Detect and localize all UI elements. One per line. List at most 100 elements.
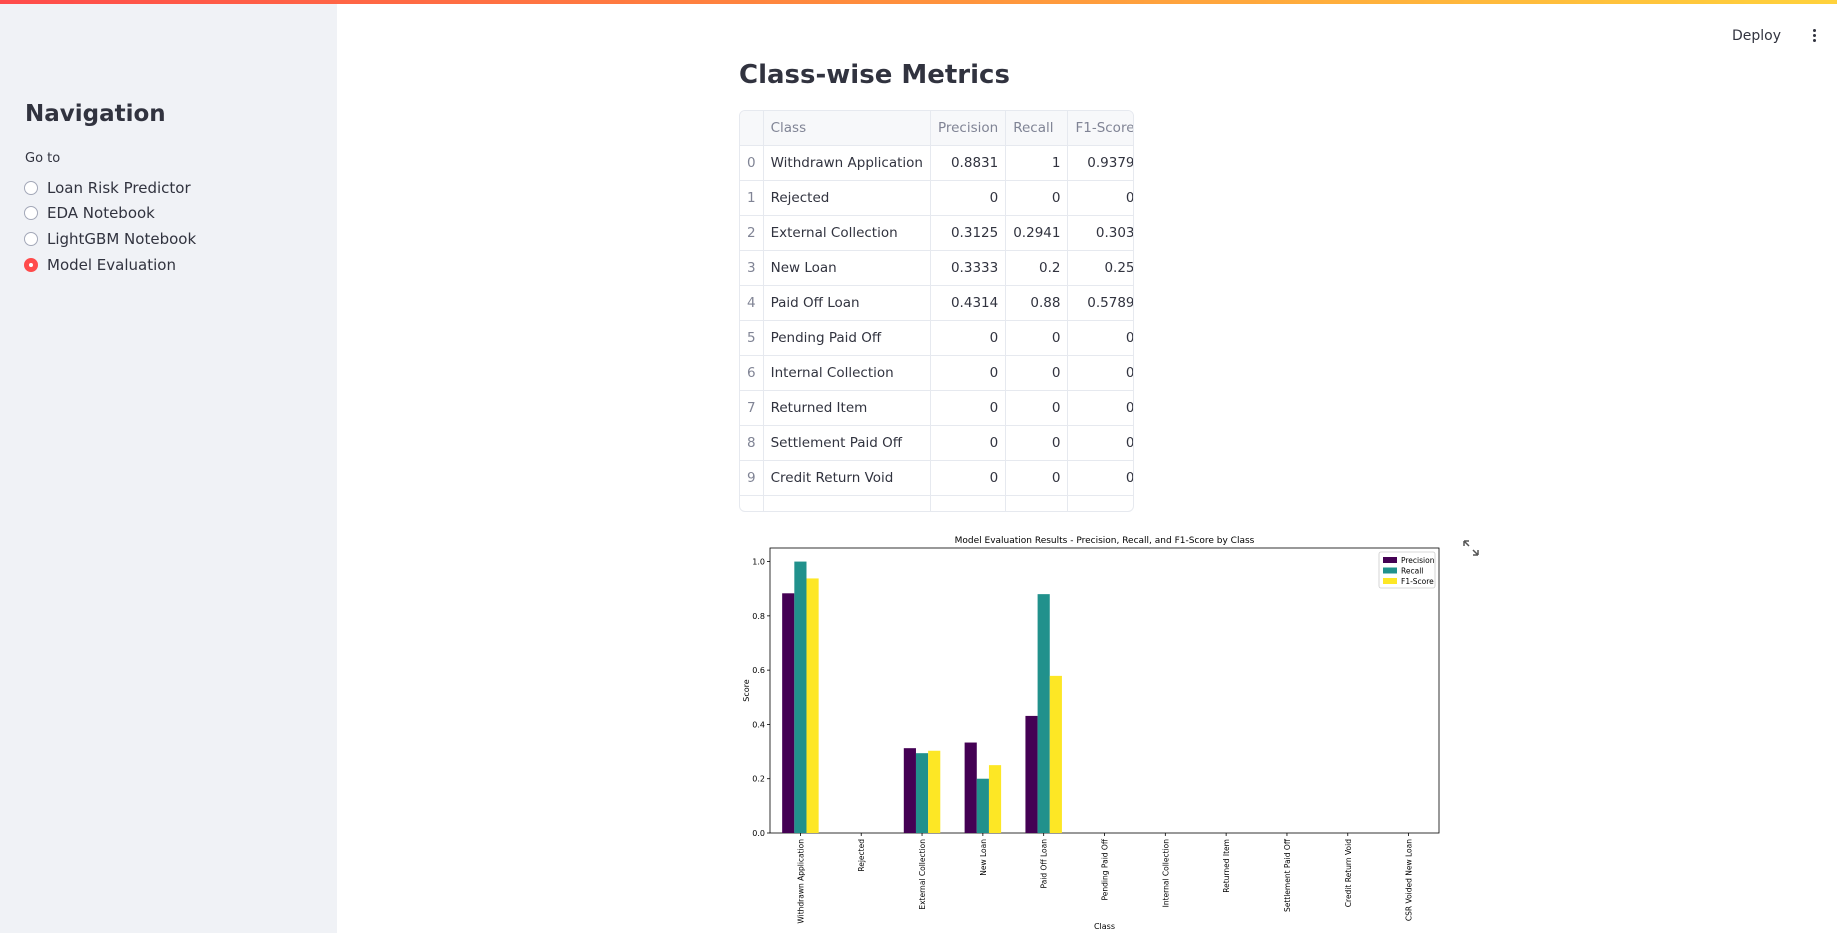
table-row[interactable]: 1 Rejected 0 0 0 xyxy=(740,180,1133,216)
radio-model-evaluation[interactable]: Model Evaluation xyxy=(24,254,176,276)
row-index: 2 xyxy=(740,215,764,251)
cell-recall: 0.88 xyxy=(1005,285,1069,321)
cell-f1: 0 xyxy=(1067,355,1133,391)
legend-swatch xyxy=(1383,557,1397,563)
cell-recall: 0 xyxy=(1005,355,1069,391)
sidebar: Navigation Go to Loan Risk Predictor EDA… xyxy=(0,0,337,933)
cell-precision: 0 xyxy=(930,355,1007,391)
y-axis-label: Score xyxy=(742,679,751,701)
cell-recall: 0.2941 xyxy=(1005,215,1069,251)
row-index: 9 xyxy=(740,460,764,496)
bar-chart-svg: Model Evaluation Results - Precision, Re… xyxy=(742,536,1440,931)
table-row[interactable]: 2 External Collection 0.3125 0.2941 0.30… xyxy=(740,215,1133,251)
radio-button-icon[interactable] xyxy=(24,181,38,195)
cell-class: Credit Return Void xyxy=(763,460,931,496)
row-index: 5 xyxy=(740,320,764,356)
y-tick-label: 0.4 xyxy=(752,720,765,729)
table-row[interactable]: 0 Withdrawn Application 0.8831 1 0.9379 xyxy=(740,145,1133,181)
row-index: 0 xyxy=(740,145,764,181)
y-tick-label: 1.0 xyxy=(752,558,765,567)
table-row[interactable]: 9 Credit Return Void 0 0 0 xyxy=(740,460,1133,496)
bar-f1-score xyxy=(1049,675,1062,833)
metrics-dataframe[interactable]: Class Precision Recall F1-Score 0 Withdr… xyxy=(739,110,1134,512)
cell-precision: 0 xyxy=(930,320,1007,356)
cell-precision: 0 xyxy=(930,180,1007,216)
cell-precision: 0.8831 xyxy=(930,145,1007,181)
table-row[interactable]: 4 Paid Off Loan 0.4314 0.88 0.5789 xyxy=(740,285,1133,321)
table-header-row: Class Precision Recall F1-Score xyxy=(740,111,1133,146)
legend-label: Recall xyxy=(1401,567,1423,576)
table-row[interactable]: 3 New Loan 0.3333 0.2 0.25 xyxy=(740,250,1133,286)
radio-label: LightGBM Notebook xyxy=(47,230,197,248)
cell-recall: 0 xyxy=(1005,180,1069,216)
cell-f1: 0 xyxy=(1067,320,1133,356)
column-header-precision[interactable]: Precision xyxy=(930,111,1007,146)
legend-swatch xyxy=(1383,567,1397,574)
radio-button-icon[interactable] xyxy=(24,232,38,246)
bar-recall xyxy=(915,753,929,833)
cell-class: Pending Paid Off xyxy=(763,320,931,356)
y-tick-label: 0.6 xyxy=(752,666,765,675)
cell-recall: 0 xyxy=(1005,390,1069,426)
radio-lightgbm-notebook[interactable]: LightGBM Notebook xyxy=(24,228,196,250)
x-tick-label: Paid Off Loan xyxy=(1040,839,1049,889)
plot-area xyxy=(769,547,1440,834)
column-header-index[interactable] xyxy=(740,111,764,146)
bar-precision xyxy=(964,742,977,833)
table-row[interactable]: 5 Pending Paid Off 0 0 0 xyxy=(740,320,1133,356)
y-tick-label: 0.0 xyxy=(752,829,765,838)
cell-f1: 0.303 xyxy=(1067,215,1133,251)
kebab-menu-icon[interactable] xyxy=(1806,28,1822,52)
cell-precision: 0 xyxy=(930,460,1007,496)
legend-swatch xyxy=(1383,578,1397,584)
radio-loan-risk-predictor[interactable]: Loan Risk Predictor xyxy=(24,177,191,199)
cell-f1: 0.9379 xyxy=(1067,145,1133,181)
cell-f1: 0 xyxy=(1067,425,1133,461)
cell-class: Returned Item xyxy=(763,390,931,426)
cell-class: External Collection xyxy=(763,215,931,251)
bar-precision xyxy=(903,748,916,833)
x-tick-label: Returned Item xyxy=(1222,839,1231,893)
cell-class: Settlement Paid Off xyxy=(763,425,931,461)
column-header-recall[interactable]: Recall xyxy=(1005,111,1069,146)
table-row-partial xyxy=(740,495,1133,511)
table-row[interactable]: 7 Returned Item 0 0 0 xyxy=(740,390,1133,426)
page-title: Class-wise Metrics xyxy=(739,60,1010,90)
bar-recall xyxy=(794,561,807,833)
y-tick-label: 0.2 xyxy=(752,775,765,784)
bar-f1-score xyxy=(988,765,1002,833)
x-tick-label: Internal Collection xyxy=(1161,839,1170,908)
radio-label: EDA Notebook xyxy=(47,204,155,222)
fullscreen-expand-icon[interactable] xyxy=(1463,540,1479,556)
metrics-table: Class Precision Recall F1-Score 0 Withdr… xyxy=(740,111,1133,511)
table-row[interactable]: 6 Internal Collection 0 0 0 xyxy=(740,355,1133,391)
row-index: 8 xyxy=(740,425,764,461)
x-tick-label: New Loan xyxy=(979,839,988,876)
cell-recall: 0 xyxy=(1005,425,1069,461)
cell-class: Withdrawn Application xyxy=(763,145,931,181)
row-index: 1 xyxy=(740,180,764,216)
column-header-f1[interactable]: F1-Score xyxy=(1067,111,1133,146)
bar-recall xyxy=(976,778,989,833)
bar-recall xyxy=(1037,594,1050,833)
cell-precision: 0.3333 xyxy=(930,250,1007,286)
bar-precision xyxy=(782,593,795,833)
column-header-class[interactable]: Class xyxy=(763,111,931,146)
cell-recall: 0 xyxy=(1005,320,1069,356)
cell-precision: 0 xyxy=(930,390,1007,426)
top-decoration-bar xyxy=(0,0,1837,4)
cell-f1: 0.25 xyxy=(1067,250,1133,286)
radio-button-icon[interactable] xyxy=(24,206,38,220)
row-index: 4 xyxy=(740,285,764,321)
radio-eda-notebook[interactable]: EDA Notebook xyxy=(24,202,155,224)
chart-title: Model Evaluation Results - Precision, Re… xyxy=(955,536,1255,546)
radio-selected-icon[interactable] xyxy=(24,258,38,272)
deploy-button[interactable]: Deploy xyxy=(1732,28,1781,44)
x-axis-label: Class xyxy=(1094,922,1115,931)
cell-class: Paid Off Loan xyxy=(763,285,931,321)
cell-recall: 0.2 xyxy=(1005,250,1069,286)
cell-class: Rejected xyxy=(763,180,931,216)
table-row[interactable]: 8 Settlement Paid Off 0 0 0 xyxy=(740,425,1133,461)
sidebar-title: Navigation xyxy=(25,101,166,127)
cell-recall: 1 xyxy=(1005,145,1069,181)
